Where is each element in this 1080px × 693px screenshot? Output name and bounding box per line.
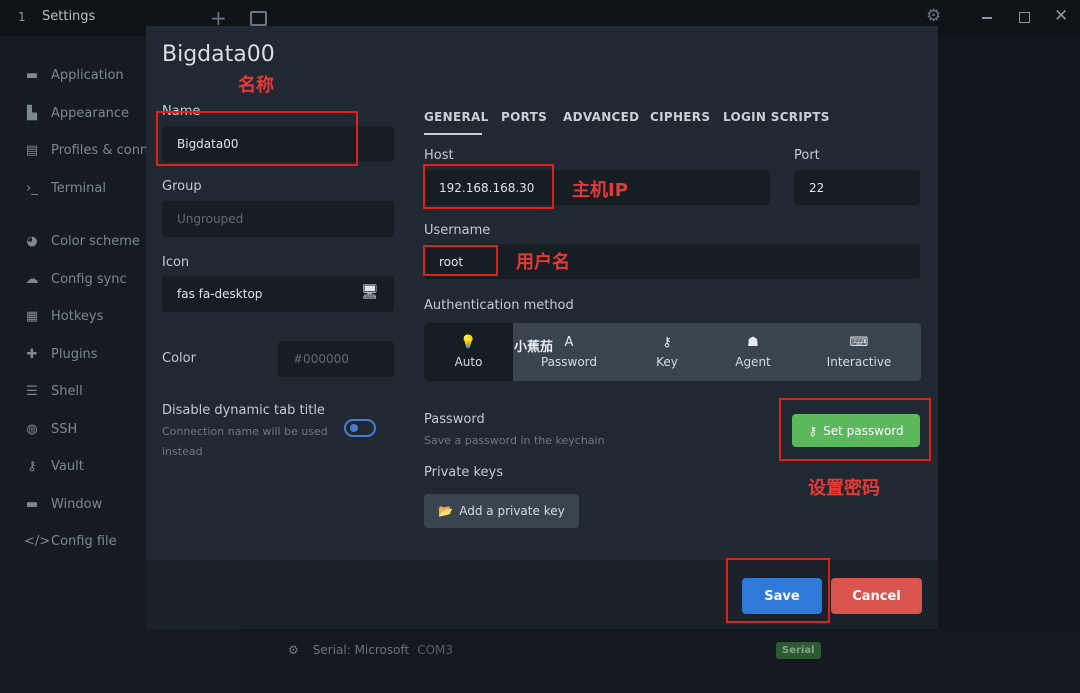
agent-icon: ☗ [747,335,759,350]
icon-input[interactable]: fas fa-desktop 🖥 [162,276,394,312]
text-icon: A [564,335,574,350]
auth-option-interactive[interactable]: ⌨ Interactive [797,323,921,381]
icon-label: Icon [162,255,190,270]
keyboard-icon: ▦ [25,308,39,324]
window-title[interactable]: Settings [42,9,95,24]
auth-method-label: Authentication method [424,298,574,313]
annotation-box-host [423,164,554,209]
group-input[interactable]: Ungrouped [162,201,394,237]
lightbulb-icon: 💡 [460,335,477,350]
annotation-box-name [156,111,358,166]
paint-icon: ▙ [27,105,37,121]
key-icon: ⚷ [27,458,37,474]
color-label: Color [162,351,196,366]
gear-icon: ⚙ [288,643,299,657]
close-icon[interactable]: ✕ [1054,6,1068,26]
code-icon: </> [24,533,51,549]
gear-icon[interactable]: ⚙ [926,6,941,26]
keyboard-icon: ⌨ [849,335,869,350]
add-private-key-button[interactable]: 📂 Add a private key [424,494,579,528]
puzzle-icon: ✚ [26,346,38,362]
private-keys-label: Private keys [424,465,503,480]
tab-advanced[interactable]: ADVANCED [563,110,639,124]
toggle-knob [350,424,358,432]
profiles-list-background [240,630,1080,693]
tab-ciphers[interactable]: CIPHERS [650,110,710,124]
serial-profile-port: COM3 [417,643,453,657]
window-icon: ▬ [25,496,39,512]
tab-number: 1 [18,10,26,24]
serial-badge: Serial [776,642,821,659]
dynamic-title-help-1: Connection name will be used [162,425,328,438]
annotation-set-password: 设置密码 [808,478,880,499]
username-label: Username [424,223,491,238]
password-help: Save a password in the keychain [424,434,605,447]
auth-option-auto[interactable]: 💡 Auto [424,323,513,381]
tab-login-scripts[interactable]: LOGIN SCRIPTS [723,110,830,124]
serial-profile-name: Serial: Microsoft [312,643,410,657]
list-icon: ☰ [26,383,38,399]
terminal-icon: ›_ [26,180,38,196]
annotation-username: 用户名 [516,252,570,273]
icon-input-value: fas fa-desktop [177,287,263,301]
annotation-name: 名称 [238,75,274,96]
active-tab-indicator [424,133,482,135]
serial-profile-row[interactable]: ⚙ Serial: Microsoft COM3 [288,643,453,657]
key-icon: ⚷ [662,335,672,350]
maximize-icon[interactable] [1019,12,1030,23]
annotation-box-set-password [779,398,931,461]
dynamic-title-help-2: instead [162,445,203,458]
tab-ports[interactable]: PORTS [501,110,547,124]
group-label: Group [162,179,202,194]
auth-option-agent[interactable]: ☗ Agent [709,323,797,381]
profiles-icon: ▤ [25,142,39,158]
auth-option-key[interactable]: ⚷ Key [625,323,709,381]
password-label: Password [424,412,485,427]
cloud-icon: ☁ [25,271,39,287]
cancel-button[interactable]: Cancel [831,578,922,614]
tab-general[interactable]: GENERAL [424,110,489,124]
host-label: Host [424,148,454,163]
window-icon: ▬ [25,67,39,83]
dynamic-title-label: Disable dynamic tab title [162,403,325,418]
color-input[interactable]: #000000 [278,341,394,377]
modal-title: Bigdata00 [162,42,275,67]
username-input[interactable]: root [424,244,920,279]
tabs-icon[interactable] [250,11,267,26]
dynamic-title-toggle[interactable] [344,419,376,437]
port-input[interactable]: 22 [794,170,920,205]
folder-open-icon: 📂 [438,504,454,518]
annotation-box-save [726,558,830,623]
annotation-host-ip: 主机IP [572,180,628,201]
annotation-box-username [423,245,498,276]
port-label: Port [794,148,820,163]
minimize-icon[interactable] [982,17,992,19]
globe-icon: ◍ [26,421,38,437]
watermark: 小蕉茄 [514,340,554,355]
desktop-icon: 🖥 [361,284,379,300]
palette-icon: ◕ [26,233,38,249]
